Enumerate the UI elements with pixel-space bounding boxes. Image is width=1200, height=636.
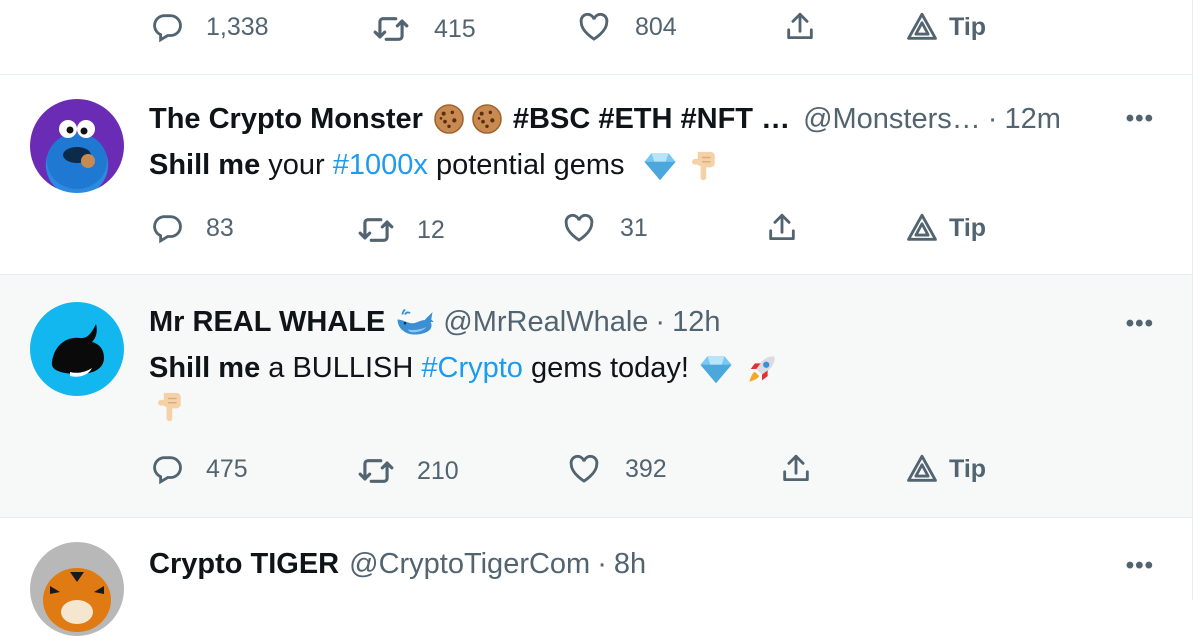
text-bold: Shill me [149, 149, 261, 181]
like-count: 804 [635, 12, 677, 41]
user-handle[interactable]: @Monsters… [803, 103, 981, 136]
retweet-count: 210 [417, 456, 459, 485]
tip-label: Tip [949, 213, 987, 242]
text-part: gems today! [522, 352, 689, 384]
diamond-icon [643, 149, 677, 183]
share-button[interactable] [779, 452, 813, 486]
reply-icon [150, 10, 184, 44]
more-icon[interactable]: ••• [1126, 552, 1154, 580]
retweet-icon [372, 10, 410, 48]
tweet-text: Shill me your #1000x potential gems [149, 145, 719, 185]
hashtag-link[interactable]: #Crypto [421, 352, 523, 384]
share-icon [783, 10, 817, 44]
tip-button[interactable]: Tip [905, 452, 986, 486]
reply-button[interactable]: 83 [150, 211, 234, 245]
separator-dot: · [655, 305, 666, 338]
cookie-monster-avatar-icon [47, 120, 107, 189]
text-bold: Shill me [149, 352, 261, 384]
more-icon[interactable]: ••• [1126, 310, 1154, 338]
retweet-icon [357, 211, 395, 249]
like-button[interactable]: 31 [562, 211, 648, 245]
reply-count: 83 [206, 213, 234, 242]
display-name-suffix[interactable]: #BSC #ETH #NFT … [513, 103, 790, 136]
tweet-crypto-tiger[interactable]: Crypto TIGER @CryptoTigerCom · 8h ••• [0, 518, 1192, 636]
user-handle[interactable]: @MrRealWhale [443, 306, 648, 339]
hashtag-link[interactable]: #1000x [333, 149, 428, 181]
retweet-button[interactable]: 12 [357, 211, 445, 249]
tip-button[interactable]: Tip [905, 211, 986, 245]
user-handle[interactable]: @CryptoTigerCom [349, 548, 590, 581]
whale-avatar-icon [51, 324, 104, 377]
tip-label: Tip [949, 12, 987, 41]
cookie-icon [433, 103, 465, 135]
reply-count: 475 [206, 454, 248, 483]
whale-icon [395, 307, 435, 337]
tweet-mr-real-whale[interactable]: Mr REAL WHALE @MrRealWhale · 12h ••• Shi… [0, 275, 1192, 518]
retweet-icon [357, 452, 395, 490]
tip-icon [905, 211, 939, 245]
reply-button[interactable]: 1,338 [150, 10, 269, 44]
diamond-icon [699, 352, 733, 386]
timestamp[interactable]: 12h [672, 306, 720, 339]
tweet-header: The Crypto Monster #BSC #ETH #NFT … @Mon… [149, 101, 1192, 137]
separator-dot: · [597, 547, 607, 580]
tweet-partial-top[interactable]: 1,338 415 804 Tip [0, 0, 1192, 75]
text-part: your [260, 149, 333, 181]
text-part: a BULLISH [260, 352, 422, 384]
like-count: 392 [625, 454, 667, 483]
tweet-actions: 83 12 31 Tip [0, 211, 1192, 251]
reply-icon [150, 211, 184, 245]
like-count: 31 [620, 213, 648, 242]
pointing-down-icon [151, 390, 185, 424]
avatar[interactable] [30, 99, 124, 193]
pointing-down-icon [685, 149, 719, 183]
tweet-header: Crypto TIGER @CryptoTigerCom · 8h [149, 546, 1192, 582]
tweet-actions: 1,338 415 804 Tip [0, 10, 1192, 50]
avatar[interactable] [30, 302, 124, 396]
tweet-text: Shill me a BULLISH #Crypto gems today! [149, 348, 779, 388]
tip-icon [905, 452, 939, 486]
timeline-feed: 1,338 415 804 Tip The Crypto Monster #BS… [0, 0, 1193, 636]
share-icon [765, 211, 799, 245]
display-name[interactable]: Mr REAL WHALE [149, 306, 385, 339]
reply-count: 1,338 [206, 12, 269, 41]
retweet-count: 12 [417, 215, 445, 244]
tweet-header: Mr REAL WHALE @MrRealWhale · 12h [149, 304, 1192, 340]
like-button[interactable]: 392 [567, 452, 667, 486]
tiger-avatar-icon [43, 568, 111, 632]
retweet-count: 415 [434, 14, 476, 43]
tip-icon [905, 10, 939, 44]
tweet-crypto-monster[interactable]: The Crypto Monster #BSC #ETH #NFT … @Mon… [0, 75, 1192, 275]
retweet-button[interactable]: 415 [372, 10, 476, 48]
timestamp[interactable]: 12m [1004, 103, 1060, 136]
like-icon [562, 211, 596, 245]
like-icon [577, 10, 611, 44]
text-part: potential gems [427, 149, 625, 181]
tip-label: Tip [949, 454, 987, 483]
like-button[interactable]: 804 [577, 10, 677, 44]
rocket-icon [745, 352, 779, 386]
display-name[interactable]: The Crypto Monster [149, 103, 423, 136]
tweet-actions: 475 210 392 Tip [0, 452, 1192, 492]
reply-icon [150, 452, 184, 486]
retweet-button[interactable]: 210 [357, 452, 459, 490]
tip-button[interactable]: Tip [905, 10, 986, 44]
share-button[interactable] [765, 211, 799, 245]
like-icon [567, 452, 601, 486]
timestamp[interactable]: 8h [614, 548, 646, 581]
cookie-icon [471, 103, 503, 135]
display-name[interactable]: Crypto TIGER [149, 548, 339, 581]
separator-dot: · [987, 102, 998, 135]
share-icon [779, 452, 813, 486]
reply-button[interactable]: 475 [150, 452, 248, 486]
share-button[interactable] [783, 10, 817, 44]
avatar[interactable] [30, 542, 124, 636]
more-icon[interactable]: ••• [1126, 105, 1154, 133]
